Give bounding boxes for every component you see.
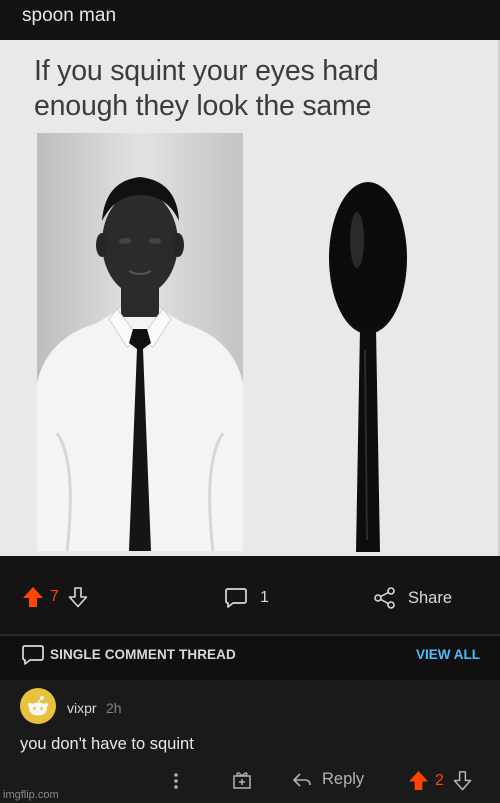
downvote-arrow-icon[interactable]	[67, 586, 89, 608]
reply-button[interactable]: Reply	[292, 770, 364, 789]
post-title[interactable]: spoon man	[22, 5, 116, 27]
reply-label: Reply	[322, 770, 365, 788]
view-all-link[interactable]: VIEW ALL	[416, 647, 480, 662]
man-photo	[37, 133, 243, 551]
spoon-photo	[329, 182, 407, 552]
post-vote-group: 7	[22, 586, 89, 608]
downvote-arrow-icon[interactable]	[452, 770, 473, 791]
share-button[interactable]: Share	[373, 586, 452, 610]
upvote-arrow-icon[interactable]	[22, 586, 44, 608]
single-comment-thread-bar: SINGLE COMMENT THREAD VIEW ALL	[0, 636, 500, 680]
more-options-icon[interactable]	[173, 772, 179, 790]
post-image[interactable]: If you squint your eyes hard enough they…	[0, 40, 500, 556]
reply-arrow-icon	[293, 772, 311, 787]
comment-bubble-icon	[225, 588, 247, 608]
award-icon[interactable]	[232, 770, 252, 790]
imgflip-watermark: imgflip.com	[3, 789, 59, 801]
comments-button[interactable]: 1	[224, 586, 269, 610]
thread-label: SINGLE COMMENT THREAD	[50, 647, 236, 662]
comment-thread-icon	[22, 645, 44, 665]
comment: vixpr 2h you don't have to squint Reply …	[0, 680, 500, 803]
comment-username[interactable]: vixpr	[67, 700, 97, 716]
post-vote-count: 7	[50, 588, 59, 605]
avatar[interactable]	[20, 688, 56, 724]
comment-vote-group: 2	[408, 770, 473, 791]
post-action-bar: 7 1 Share	[0, 556, 500, 634]
comment-count: 1	[260, 589, 269, 606]
comment-vote-count: 2	[435, 771, 444, 789]
meme-caption: If you squint your eyes hard enough they…	[34, 55, 379, 122]
share-label: Share	[408, 588, 453, 607]
post-header: spoon man	[0, 0, 500, 40]
share-icon	[374, 587, 395, 609]
comment-body: you don't have to squint	[20, 735, 194, 753]
comment-time: 2h	[106, 700, 122, 716]
upvote-arrow-icon[interactable]	[408, 770, 429, 791]
